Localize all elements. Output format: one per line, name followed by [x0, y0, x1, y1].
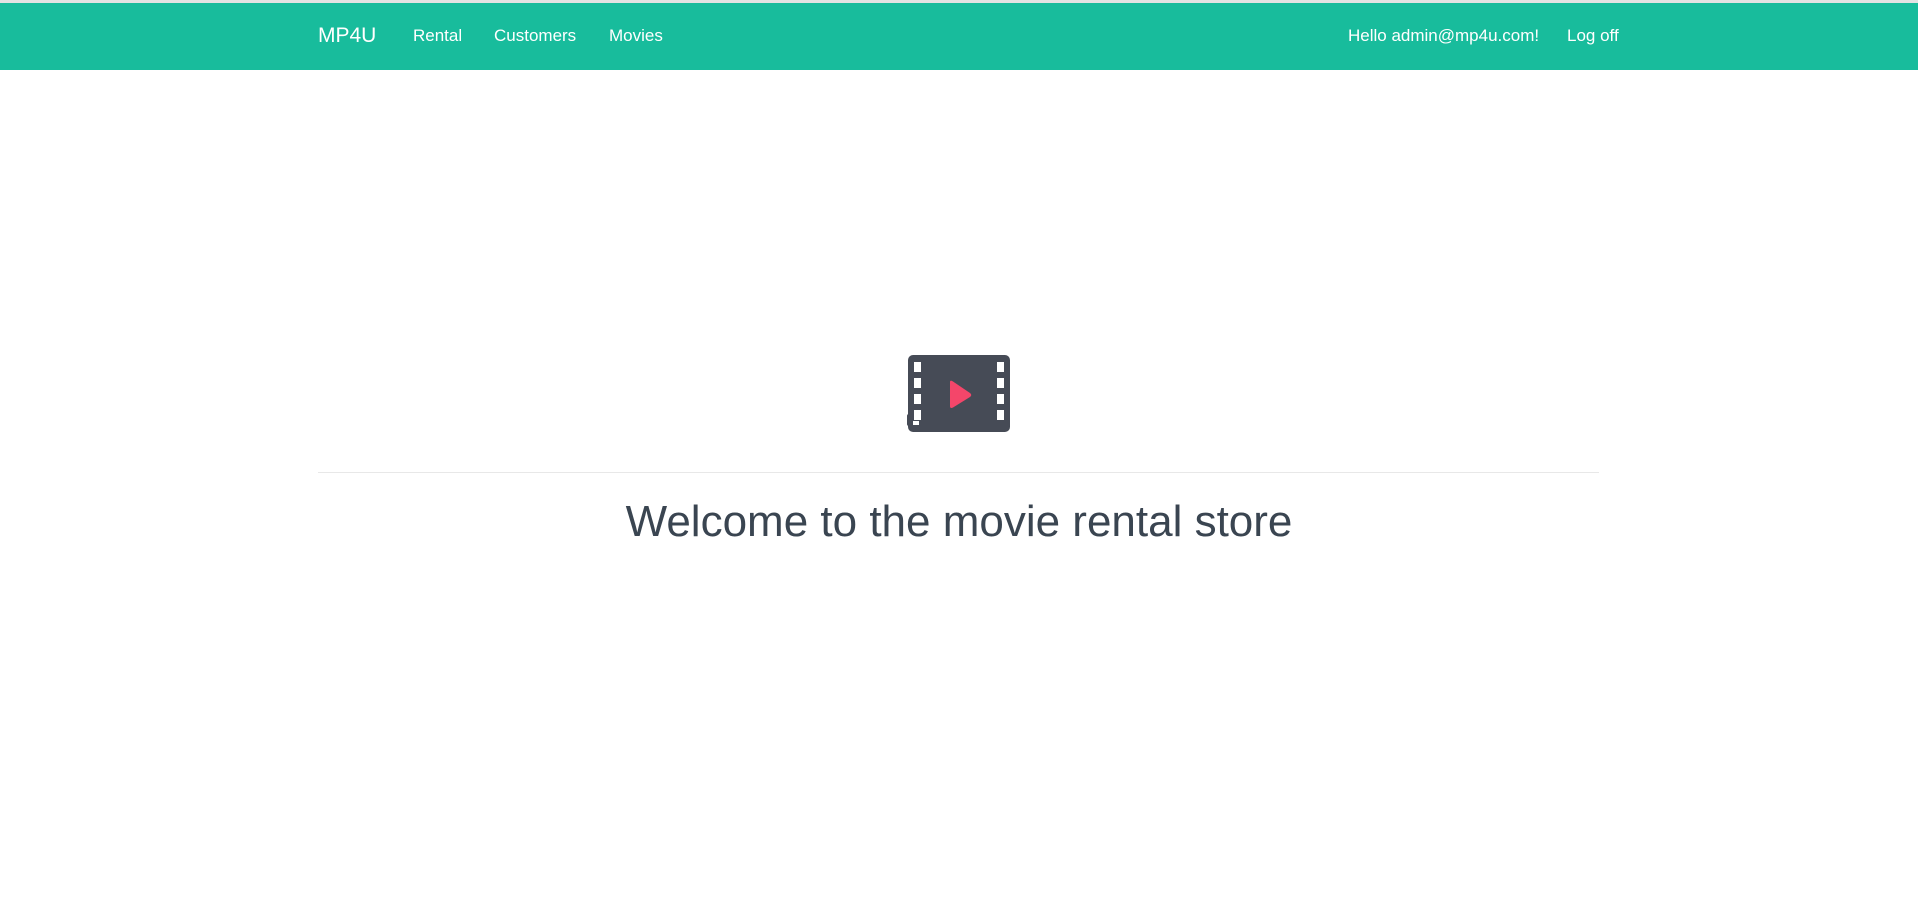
nav-link-rental[interactable]: Rental — [413, 26, 462, 46]
top-navbar: MP4U Rental Customers Movies Hello admin… — [0, 0, 1918, 70]
nav-link-movies[interactable]: Movies — [609, 26, 663, 46]
film-play-icon — [907, 354, 1011, 434]
navbar-container: MP4U Rental Customers Movies Hello admin… — [318, 3, 1619, 70]
welcome-heading: Welcome to the movie rental store — [625, 497, 1293, 546]
user-greeting-link[interactable]: Hello admin@mp4u.com! — [1348, 26, 1539, 46]
content-divider — [318, 472, 1599, 473]
brand-link[interactable]: MP4U — [318, 24, 376, 48]
logoff-link[interactable]: Log off — [1567, 26, 1619, 46]
nav-link-customers[interactable]: Customers — [494, 26, 576, 46]
